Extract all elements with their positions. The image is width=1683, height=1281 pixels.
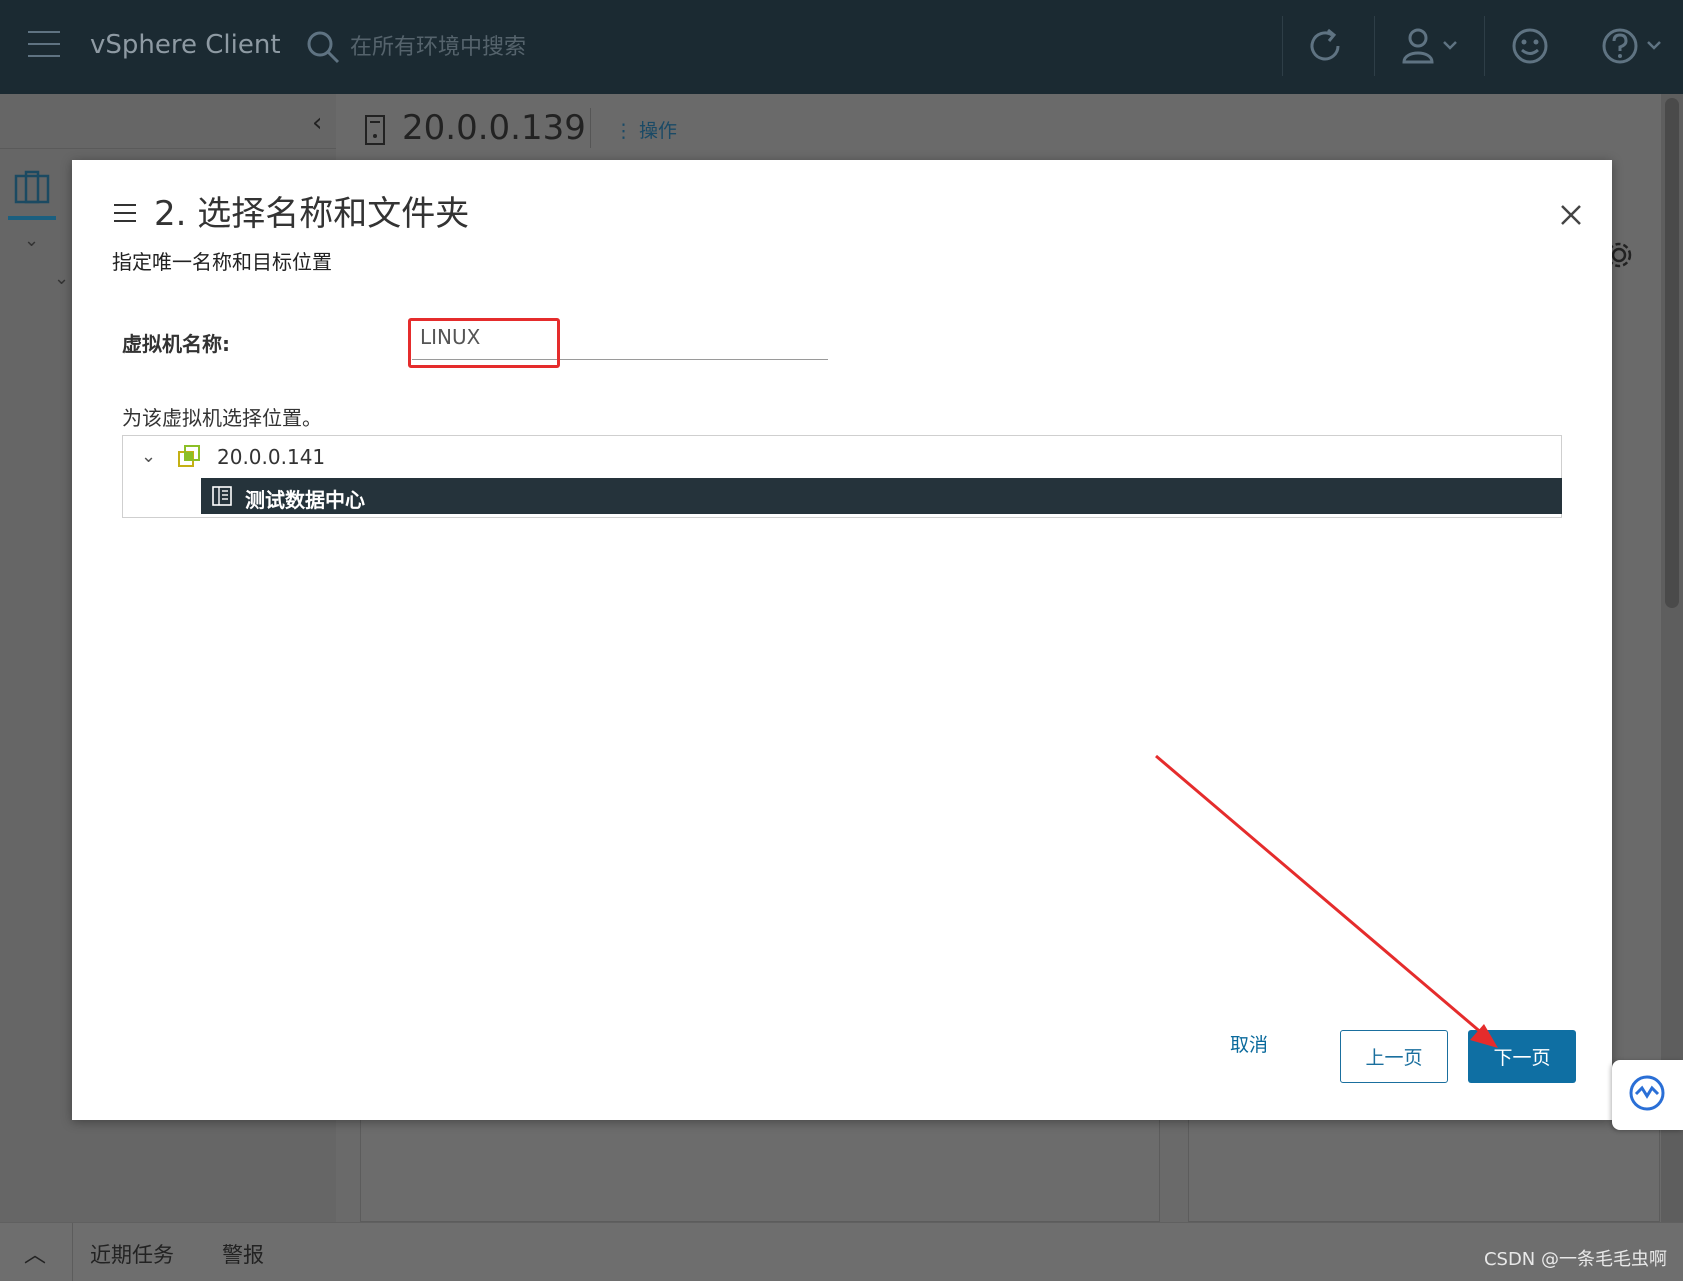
tree-node-vcenter[interactable]: ⌄ 20.0.0.141 [123, 436, 1561, 478]
tree-node-label: 20.0.0.141 [217, 445, 326, 469]
app-title[interactable]: vSphere Client [90, 30, 281, 60]
annotation-highlight-box [408, 318, 560, 368]
cancel-button[interactable]: 取消 [1230, 1030, 1268, 1057]
user-menu-icon[interactable] [1400, 26, 1460, 66]
alarms-tab[interactable]: 警报 [222, 1239, 264, 1269]
dialog-title: 2. 选择名称和文件夹 [154, 194, 470, 234]
new-vm-wizard-dialog: 2. 选择名称和文件夹 指定唯一名称和目标位置 虚拟机名称: 为该虚拟机选择位置… [72, 160, 1612, 1120]
bottom-divider [72, 1223, 73, 1281]
scrollbar-thumb[interactable] [1665, 98, 1679, 608]
host-icon [365, 115, 385, 145]
chevron-down-icon[interactable]: ⌄ [54, 268, 69, 289]
top-header: vSphere Client [0, 0, 1683, 94]
close-icon[interactable] [1558, 202, 1584, 228]
header-divider [1282, 16, 1283, 76]
main-menu-icon[interactable] [28, 31, 60, 57]
bottom-bar: ︿ 近期任务 警报 CSDN @一条毛毛虫啊 [0, 1222, 1683, 1281]
back-button[interactable]: 上一页 [1340, 1030, 1448, 1083]
tree-node-datacenter-selected[interactable]: 测试数据中心 [201, 478, 1562, 514]
global-search-input[interactable] [350, 28, 850, 66]
dialog-subtitle: 指定唯一名称和目标位置 [112, 250, 332, 274]
panel-divider [0, 148, 336, 149]
search-icon [307, 31, 340, 64]
next-button[interactable]: 下一页 [1468, 1030, 1576, 1083]
location-label: 为该虚拟机选择位置。 [122, 406, 322, 430]
actions-menu[interactable]: ⋮ 操作 [614, 116, 677, 143]
wizard-steps-menu-icon[interactable] [114, 204, 136, 222]
tree-node-label: 测试数据中心 [245, 488, 365, 512]
page-scrollbar[interactable] [1661, 94, 1683, 1222]
watermark: CSDN @一条毛毛虫啊 [1483, 1249, 1667, 1270]
refresh-icon[interactable] [1308, 26, 1344, 66]
collapse-panel-icon[interactable]: ‹ [312, 108, 322, 138]
floating-assistant-widget[interactable] [1612, 1060, 1683, 1130]
assistant-icon [1629, 1075, 1665, 1111]
active-tab-indicator [8, 216, 56, 220]
header-divider [1374, 16, 1375, 76]
actions-label: 操作 [639, 120, 678, 142]
hosts-clusters-icon[interactable] [14, 170, 50, 206]
datacenter-icon [212, 486, 232, 506]
smiley-feedback-icon[interactable] [1510, 26, 1550, 66]
chevron-down-icon[interactable]: ⌄ [141, 446, 156, 467]
chevron-down-icon[interactable]: ⌄ [24, 230, 39, 251]
vcenter-icon [178, 445, 200, 467]
vm-name-label: 虚拟机名称: [122, 332, 230, 356]
object-title: 20.0.0.139 [402, 108, 586, 148]
location-tree: ⌄ 20.0.0.141 测试数据中心 [122, 435, 1562, 518]
help-icon[interactable] [1600, 26, 1666, 66]
recent-tasks-tab[interactable]: 近期任务 [90, 1239, 174, 1269]
chevron-up-icon[interactable]: ︿ [24, 1237, 46, 1269]
header-divider [1484, 16, 1485, 76]
title-divider [590, 108, 591, 148]
